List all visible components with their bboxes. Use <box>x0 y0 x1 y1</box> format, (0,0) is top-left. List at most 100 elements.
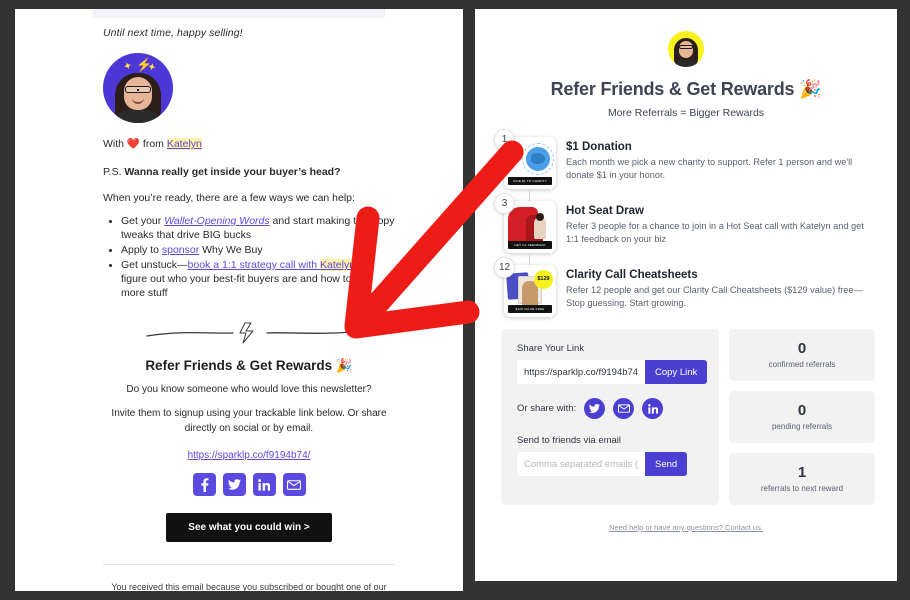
email-content: Until next time, happy selling! ✦ ⚡ ✦ Wi… <box>103 27 395 591</box>
twitter-icon <box>589 404 601 413</box>
tier-text: $1 Donation Each month we pick a new cha… <box>557 137 875 182</box>
bullet-before: Apply to <box>121 244 162 257</box>
tier-number-badge: 3 <box>494 193 515 214</box>
glasses-icon <box>125 86 151 93</box>
list-item: Get unstuck—book a 1:1 strategy call wit… <box>121 258 395 300</box>
heart-icon: ❤️ <box>126 138 140 150</box>
facebook-icon <box>200 478 208 492</box>
tier-thumb-wrap: 3 GET 1:1 FEEDBACK <box>494 193 557 275</box>
ps-bold-text: Wanna really get inside your buyer’s hea… <box>124 166 341 178</box>
copy-link-button[interactable]: Copy Link <box>645 360 708 384</box>
tier-number-badge: 1 <box>494 129 515 150</box>
send-button[interactable]: Send <box>645 452 688 476</box>
avatar-body <box>675 60 697 67</box>
linkedin-icon <box>647 403 658 414</box>
stat-value: 0 <box>797 401 807 419</box>
sponsor-link[interactable]: sponsor <box>162 244 199 256</box>
avatar-body <box>117 110 159 123</box>
share-link-label: Share Your Link <box>517 343 585 354</box>
squiggle-divider-icon <box>146 322 351 344</box>
sparkle-icon: ✦ <box>122 60 133 72</box>
stat-value: 0 <box>797 339 807 357</box>
sparkle-icon: ✦ <box>147 61 157 73</box>
share-and-stats-row: Share Your Link Copy Link Or share with: <box>497 329 875 505</box>
avatar-face <box>679 41 693 58</box>
thumb-caption-text: GIVE $1 TO CHARITY <box>513 179 547 183</box>
with-prefix: With <box>103 138 127 150</box>
envelope-icon <box>287 480 301 490</box>
send-email-field-group: Send <box>517 452 703 476</box>
email-share-button[interactable] <box>282 473 306 497</box>
avatar-face <box>124 77 152 110</box>
section-divider <box>103 314 395 354</box>
twitter-share-icon[interactable] <box>584 398 606 419</box>
referral-link[interactable]: https://sparklp.co/f9194b74/ <box>188 450 311 461</box>
facebook-share-button[interactable] <box>192 473 216 497</box>
bullet-after: Why We Buy <box>199 244 263 257</box>
tier-heading: Clarity Call Cheatsheets <box>566 269 698 281</box>
stat-label: pending referrals <box>771 422 833 432</box>
signature-name-link[interactable]: Katelyn <box>166 138 202 150</box>
reward-tiers-list: 1 $1 GIVE $1 TO CHARITY $1 Donation Each… <box>494 129 875 317</box>
referral-landing-panel: Refer Friends & Get Rewards 🎉 More Refer… <box>475 9 897 581</box>
linkedin-share-button[interactable] <box>252 473 276 497</box>
linkedin-share-icon[interactable] <box>642 398 664 419</box>
email-preview-panel: Until next time, happy selling! ✦ ⚡ ✦ Wi… <box>15 9 463 591</box>
landing-footer: Need help or have any questions? Contact… <box>497 523 875 532</box>
stat-card-pending-referrals: 0 pending referrals <box>729 391 875 443</box>
bullet-before: Get your <box>121 215 165 227</box>
strategy-call-text: book a 1:1 strategy call with <box>187 259 321 272</box>
email-refer-invite: Invite them to signup using your trackab… <box>111 408 387 434</box>
strategy-call-name: Katelyn <box>320 259 356 272</box>
tier-number-badge: 12 <box>494 257 515 278</box>
email-share-icon[interactable] <box>613 398 635 419</box>
tier-description: Refer 3 people for a chance to join in a… <box>566 221 864 245</box>
screenshot-stage: Until next time, happy selling! ✦ ⚡ ✦ Wi… <box>0 0 910 600</box>
contact-us-link[interactable]: Need help or have any questions? Contact… <box>609 523 763 532</box>
share-link-field-group: Copy Link <box>517 360 708 384</box>
twitter-share-button[interactable] <box>222 473 246 497</box>
ps-prefix: P.S. <box>103 166 125 178</box>
stat-value: 1 <box>797 463 807 481</box>
envelope-icon <box>617 404 630 413</box>
avatar: ✦ ⚡ ✦ <box>103 53 173 123</box>
email-refer-question: Do you know someone who would love this … <box>126 384 372 396</box>
stat-card-next-reward: 1 referrals to next reward <box>729 453 875 505</box>
share-with-label: Or share with: <box>517 403 577 414</box>
tier-description: Refer 12 people and get our Clarity Call… <box>566 285 863 309</box>
list-item: Get your Wallet-Opening Words and start … <box>121 214 395 242</box>
footer-reason-text: You received this email because you subs… <box>111 582 387 591</box>
tier-text: Clarity Call Cheatsheets Refer 12 people… <box>557 265 875 310</box>
see-what-you-could-win-button[interactable]: See what you could win > <box>166 513 332 543</box>
glasses-icon <box>679 45 693 49</box>
footer-divider <box>103 564 395 566</box>
email-body: Until next time, happy selling! ✦ ⚡ ✦ Wi… <box>15 9 463 591</box>
page-subtitle: More Referrals = Bigger Rewards <box>607 107 765 119</box>
twitter-icon <box>227 479 241 491</box>
thumb-caption-text: GET 1:1 FEEDBACK <box>514 243 546 247</box>
page-title: Refer Friends & Get Rewards 🎉 <box>550 79 822 99</box>
strategy-call-link[interactable]: book a 1:1 strategy call with Katelyn <box>187 259 356 272</box>
landing-content: Refer Friends & Get Rewards 🎉 More Refer… <box>475 9 897 532</box>
tier-heading: Hot Seat Draw <box>566 205 644 217</box>
wallet-opening-words-link[interactable]: Wallet-Opening Words <box>164 215 269 227</box>
friend-emails-input[interactable] <box>517 452 645 476</box>
email-signoff: Until next time, happy selling! <box>103 27 243 39</box>
email-referral-link-wrap: https://sparklp.co/f9194b74/ <box>103 450 395 461</box>
email-refer-heading: Refer Friends & Get Rewards 🎉 <box>145 358 353 374</box>
share-panel: Share Your Link Copy Link Or share with: <box>501 329 719 505</box>
stat-label: confirmed referrals <box>768 360 836 370</box>
thumb-caption-text: $129 VALUE FREE <box>515 307 545 311</box>
tier-heading: $1 Donation <box>566 141 632 153</box>
tier-text: Hot Seat Draw Refer 3 people for a chanc… <box>557 201 875 246</box>
referral-link-input[interactable] <box>517 360 645 384</box>
email-social-share-row <box>103 473 395 497</box>
tier-thumb-wrap: 12 $129 $129 VALUE FREE <box>494 257 557 317</box>
list-item: Apply to sponsor Why We Buy <box>121 243 395 257</box>
help-options-list: Get your Wallet-Opening Words and start … <box>103 214 395 300</box>
reward-tier-3: 12 $129 $129 VALUE FREE Clarity Call Che… <box>494 257 875 317</box>
globe-icon <box>526 147 550 171</box>
avatar <box>668 31 704 67</box>
tier-thumb-wrap: 1 $1 GIVE $1 TO CHARITY <box>494 129 557 211</box>
stat-card-confirmed-referrals: 0 confirmed referrals <box>729 329 875 381</box>
